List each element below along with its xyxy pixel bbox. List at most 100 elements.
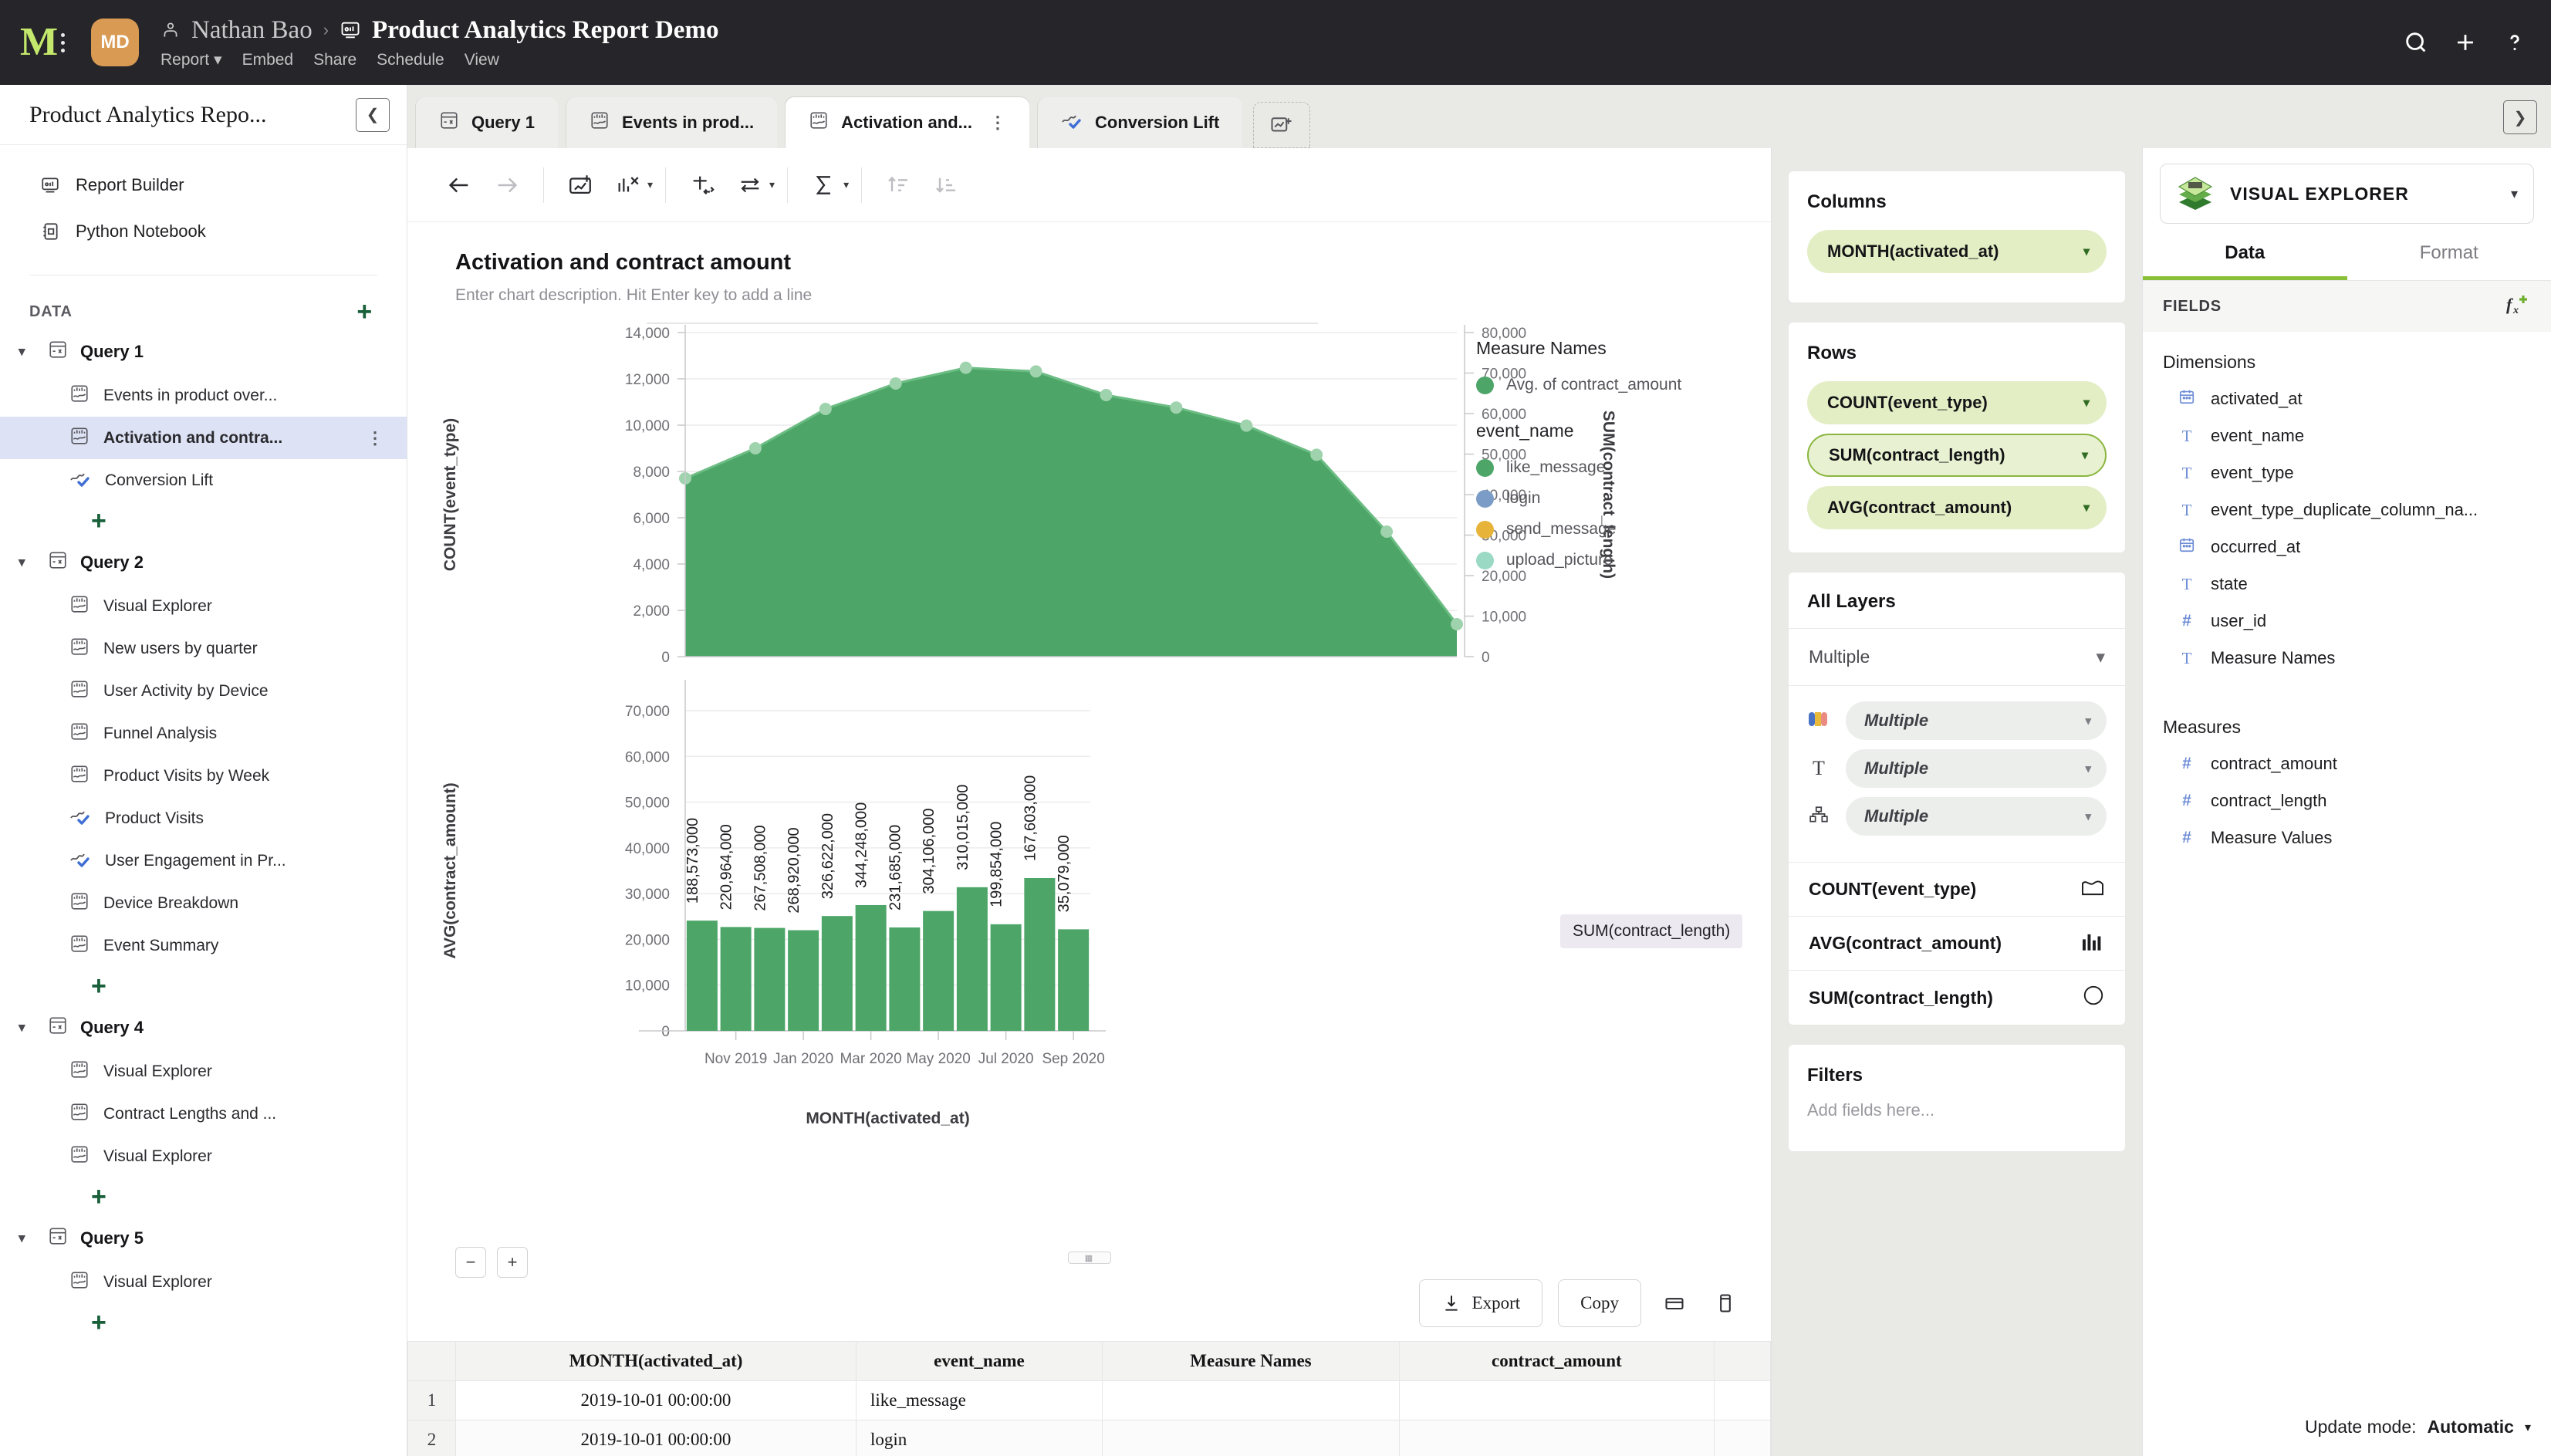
expand-right-panel-button[interactable]: ❯ bbox=[2503, 100, 2537, 134]
row-pill-avg-contract-amount[interactable]: AVG(contract_amount) ▾ bbox=[1807, 486, 2107, 529]
swap-axes-icon[interactable] bbox=[726, 161, 774, 209]
forward-button[interactable] bbox=[483, 161, 531, 209]
sidebar-item-activation-and-contra[interactable]: Activation and contra... ⋮ bbox=[0, 417, 407, 459]
sidebar-item-contract-lengths-and[interactable]: Contract Lengths and ... bbox=[0, 1093, 407, 1135]
update-mode[interactable]: Update mode: Automatic ▾ bbox=[2305, 1417, 2531, 1437]
layer-color-value[interactable]: Multiple ▾ bbox=[1846, 701, 2107, 740]
tab-menu-icon[interactable]: ⋮ bbox=[989, 113, 1006, 133]
sidebar-item-visual-explorer[interactable]: Visual Explorer bbox=[0, 585, 407, 627]
layer-select[interactable]: Multiple ▾ bbox=[1789, 629, 2125, 686]
legend-item[interactable]: Avg. of contract_amount bbox=[1476, 370, 1723, 400]
chevron-down-icon[interactable]: ▾ bbox=[2083, 500, 2090, 515]
table-column-header[interactable]: MONTH(activated_at) bbox=[455, 1341, 857, 1381]
layer-encoding-color[interactable]: Multiple ▾ bbox=[1807, 701, 2107, 740]
help-icon[interactable] bbox=[2499, 26, 2531, 59]
sidebar-item-new-users-by-quarter[interactable]: New users by quarter bbox=[0, 627, 407, 670]
legend-item[interactable]: login bbox=[1476, 483, 1723, 514]
chevron-down-icon[interactable]: ▾ bbox=[2083, 244, 2090, 259]
sidebar-item-product-visits-by-week[interactable]: Product Visits by Week bbox=[0, 755, 407, 797]
chevron-down-icon[interactable]: ▾ bbox=[19, 555, 35, 570]
menu-report[interactable]: Report bbox=[160, 51, 209, 69]
table-column-header[interactable] bbox=[1713, 1341, 1772, 1381]
copy-button[interactable]: Copy bbox=[1558, 1279, 1641, 1327]
chevron-down-icon[interactable]: ▾ bbox=[19, 1020, 35, 1035]
sidebar-item-funnel-analysis[interactable]: Funnel Analysis bbox=[0, 712, 407, 755]
chevron-down-icon[interactable]: ▾ bbox=[214, 50, 222, 69]
table-column-header[interactable]: event_name bbox=[855, 1341, 1103, 1381]
area-mark-icon[interactable] bbox=[2080, 877, 2105, 902]
bar-mark-icon[interactable] bbox=[2080, 931, 2105, 956]
search-icon[interactable] bbox=[2400, 26, 2432, 59]
sidebar-item-events-in-product-over[interactable]: Events in product over... bbox=[0, 374, 407, 417]
column-pill-month-activated-at[interactable]: MONTH(activated_at) ▾ bbox=[1807, 230, 2107, 273]
chevron-down-icon[interactable]: ▾ bbox=[2511, 186, 2518, 202]
split-view-icon[interactable] bbox=[1657, 1285, 1692, 1321]
sidebar-item-visual-explorer[interactable]: Visual Explorer bbox=[0, 1261, 407, 1303]
legend-item[interactable]: upload_picture bbox=[1476, 545, 1723, 576]
sidebar-item-conversion-lift[interactable]: Conversion Lift bbox=[0, 459, 407, 502]
sidebar-query-3[interactable]: ▾ Query 4 bbox=[0, 1005, 407, 1050]
layer-measure-sum-contract-length[interactable]: SUM(contract_length) bbox=[1789, 971, 2125, 1025]
menu-share[interactable]: Share bbox=[313, 51, 356, 69]
add-formula-icon[interactable]: fx bbox=[2506, 292, 2531, 320]
field-contract-amount[interactable]: # contract_amount bbox=[2143, 745, 2551, 782]
export-button[interactable]: Export bbox=[1418, 1279, 1543, 1327]
field-event-type-duplicate-column-na[interactable]: Tevent_type_duplicate_column_na... bbox=[2143, 492, 2551, 529]
sidebar-item-python-notebook[interactable]: Python Notebook bbox=[0, 208, 407, 255]
filters-shelf[interactable]: Filters Add fields here... bbox=[1789, 1045, 2125, 1151]
add-chart-button[interactable]: + bbox=[0, 967, 407, 1005]
layer-encoding-text[interactable]: T Multiple ▾ bbox=[1807, 749, 2107, 788]
circle-mark-icon[interactable] bbox=[2082, 984, 2105, 1012]
add-field-icon[interactable] bbox=[556, 161, 604, 209]
menu-embed[interactable]: Embed bbox=[242, 51, 294, 69]
item-menu-icon[interactable]: ⋮ bbox=[367, 428, 383, 448]
tab-events-in-prod[interactable]: Events in prod... bbox=[565, 97, 778, 148]
chart-description-placeholder[interactable]: Enter chart description. Hit Enter key t… bbox=[407, 275, 1771, 305]
sidebar-item-device-breakdown[interactable]: Device Breakdown bbox=[0, 882, 407, 924]
sidebar-item-report-builder[interactable]: Report Builder bbox=[0, 162, 407, 208]
table-column-header[interactable] bbox=[407, 1341, 456, 1381]
chevron-down-icon[interactable]: ▾ bbox=[769, 178, 775, 191]
plus-icon[interactable] bbox=[2449, 26, 2482, 59]
sort-ascending-icon[interactable] bbox=[874, 161, 922, 209]
sidebar-item-event-summary[interactable]: Event Summary bbox=[0, 924, 407, 967]
summarize-icon[interactable] bbox=[800, 161, 848, 209]
row-pill-count-event-type[interactable]: COUNT(event_type) ▾ bbox=[1807, 381, 2107, 424]
avatar[interactable]: MD bbox=[91, 19, 139, 66]
table-column-header[interactable]: Measure Names bbox=[1101, 1341, 1401, 1381]
add-chart-button[interactable]: + bbox=[0, 502, 407, 540]
table-row[interactable]: 1 2019-10-01 00:00:00 like_message bbox=[407, 1380, 1772, 1421]
add-query-button[interactable]: + bbox=[356, 299, 373, 325]
legend-item[interactable]: like_message bbox=[1476, 452, 1723, 483]
field-contract-length[interactable]: # contract_length bbox=[2143, 782, 2551, 819]
field-occurred-at[interactable]: occurred_at bbox=[2143, 529, 2551, 566]
panel-resize-handle[interactable]: ▦ bbox=[1067, 1252, 1111, 1264]
sidebar-item-visual-explorer[interactable]: Visual Explorer bbox=[0, 1135, 407, 1177]
field-user-id[interactable]: # user_id bbox=[2143, 603, 2551, 640]
menu-view[interactable]: View bbox=[465, 51, 499, 69]
field-activated-at[interactable]: activated_at bbox=[2143, 380, 2551, 417]
field-event-type[interactable]: Tevent_type bbox=[2143, 454, 2551, 492]
layer-detail-value[interactable]: Multiple ▾ bbox=[1846, 797, 2107, 836]
clear-marks-icon[interactable] bbox=[604, 161, 652, 209]
layer-text-value[interactable]: Multiple ▾ bbox=[1846, 749, 2107, 788]
tab-conversion-lift[interactable]: Conversion Lift bbox=[1037, 97, 1243, 148]
layer-encoding-detail[interactable]: Multiple ▾ bbox=[1807, 797, 2107, 836]
field-measure-names[interactable]: T Measure Names bbox=[2143, 640, 2551, 677]
tab-query-1[interactable]: Query 1 bbox=[415, 97, 558, 148]
legend-item[interactable]: send_message bbox=[1476, 514, 1723, 545]
collapse-sidebar-button[interactable]: ❮ bbox=[356, 97, 390, 132]
table-row[interactable]: 2 2019-10-01 00:00:00 login bbox=[407, 1420, 1772, 1456]
breadcrumb-owner[interactable]: Nathan Bao bbox=[191, 16, 313, 45]
chevron-down-icon[interactable]: ▾ bbox=[2082, 448, 2088, 463]
field-measure-values[interactable]: # Measure Values bbox=[2143, 819, 2551, 856]
field-state[interactable]: Tstate bbox=[2143, 566, 2551, 603]
menu-schedule[interactable]: Schedule bbox=[377, 51, 444, 69]
table-column-header[interactable]: contract_amount bbox=[1399, 1341, 1715, 1381]
fit-icon[interactable] bbox=[678, 161, 726, 209]
tab-data[interactable]: Data bbox=[2143, 242, 2347, 280]
sidebar-item-user-activity-by-device[interactable]: User Activity by Device bbox=[0, 670, 407, 712]
row-pill-sum-contract-length[interactable]: SUM(contract_length) ▾ bbox=[1807, 434, 2107, 477]
tab-format[interactable]: Format bbox=[2347, 242, 2551, 280]
layer-measure-avg-contract-amount[interactable]: AVG(contract_amount) bbox=[1789, 917, 2125, 971]
